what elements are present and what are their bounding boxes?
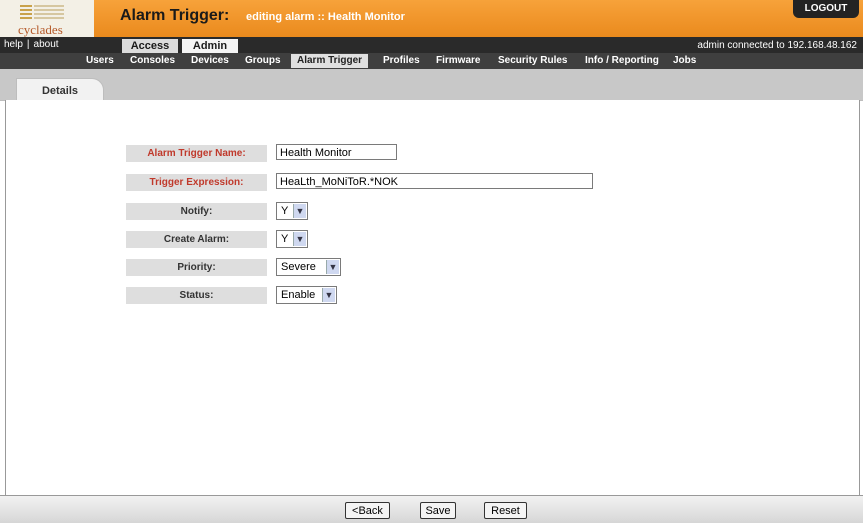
priority-label: Priority: xyxy=(126,259,267,276)
tab-access[interactable]: Access xyxy=(122,39,178,53)
back-button[interactable]: <Back xyxy=(345,502,390,519)
logo-mark-icon xyxy=(20,5,68,21)
alarm-trigger-name-input[interactable]: Health Monitor xyxy=(276,144,397,160)
details-tab-strip: Details xyxy=(0,69,863,103)
status-label: Status: xyxy=(126,287,267,304)
create-alarm-value: Y xyxy=(281,233,289,245)
reset-button[interactable]: Reset xyxy=(484,502,527,519)
subnav-item-devices[interactable]: Devices xyxy=(191,55,229,66)
app-header: cyclades Alarm Trigger: editing alarm ::… xyxy=(0,0,863,37)
about-link[interactable]: about xyxy=(34,39,59,50)
subnav-item-consoles[interactable]: Consoles xyxy=(130,55,175,66)
subnav-item-firmware[interactable]: Firmware xyxy=(436,55,480,66)
subnav-item-jobs[interactable]: Jobs xyxy=(673,55,696,66)
cyclades-logo: cyclades xyxy=(0,0,94,37)
link-separator: | xyxy=(26,39,30,50)
subnav-item-info-reporting[interactable]: Info / Reporting xyxy=(585,55,659,66)
logout-button[interactable]: LOGOUT xyxy=(793,0,859,18)
status-select[interactable]: Enable ▼ xyxy=(276,286,337,304)
page-title: Alarm Trigger: xyxy=(120,7,230,24)
priority-value: Severe xyxy=(281,261,316,273)
subnav-item-alarm-trigger[interactable]: Alarm Trigger xyxy=(291,54,369,68)
connection-status: admin connected to 192.168.48.162 xyxy=(697,40,857,51)
create-alarm-label: Create Alarm: xyxy=(126,231,267,248)
help-link[interactable]: help xyxy=(4,39,23,50)
save-button[interactable]: Save xyxy=(420,502,456,519)
form-panel: Alarm Trigger Name: Health Monitor Trigg… xyxy=(5,100,860,495)
subnav-item-profiles[interactable]: Profiles xyxy=(383,55,420,66)
trigger-expression-label: Trigger Expression: xyxy=(126,174,267,191)
chevron-down-icon: ▼ xyxy=(326,260,339,274)
chevron-down-icon: ▼ xyxy=(322,288,335,302)
create-alarm-select[interactable]: Y ▼ xyxy=(276,230,308,248)
trigger-expression-input[interactable]: HeaLth_MoNiToR.*NOK xyxy=(276,173,593,189)
chevron-down-icon: ▼ xyxy=(293,204,306,218)
tab-admin[interactable]: Admin xyxy=(182,39,238,53)
subnav-item-security-rules[interactable]: Security Rules xyxy=(498,55,567,66)
help-links: help | about xyxy=(4,39,59,50)
logo-text: cyclades xyxy=(18,22,63,37)
page-subtitle: editing alarm :: Health Monitor xyxy=(246,11,405,23)
admin-subnav: Users Consoles Devices Groups Alarm Trig… xyxy=(0,53,863,69)
subnav-item-groups[interactable]: Groups xyxy=(245,55,281,66)
priority-select[interactable]: Severe ▼ xyxy=(276,258,341,276)
subnav-item-users[interactable]: Users xyxy=(86,55,114,66)
notify-label: Notify: xyxy=(126,203,267,220)
notify-value: Y xyxy=(281,205,289,217)
top-bar: help | about Access Admin admin connected … xyxy=(0,37,863,53)
notify-select[interactable]: Y ▼ xyxy=(276,202,308,220)
alarm-trigger-name-label: Alarm Trigger Name: xyxy=(126,145,267,162)
status-value: Enable xyxy=(281,289,316,301)
chevron-down-icon: ▼ xyxy=(293,232,306,246)
footer-bar: <Back Save Reset xyxy=(0,495,863,523)
